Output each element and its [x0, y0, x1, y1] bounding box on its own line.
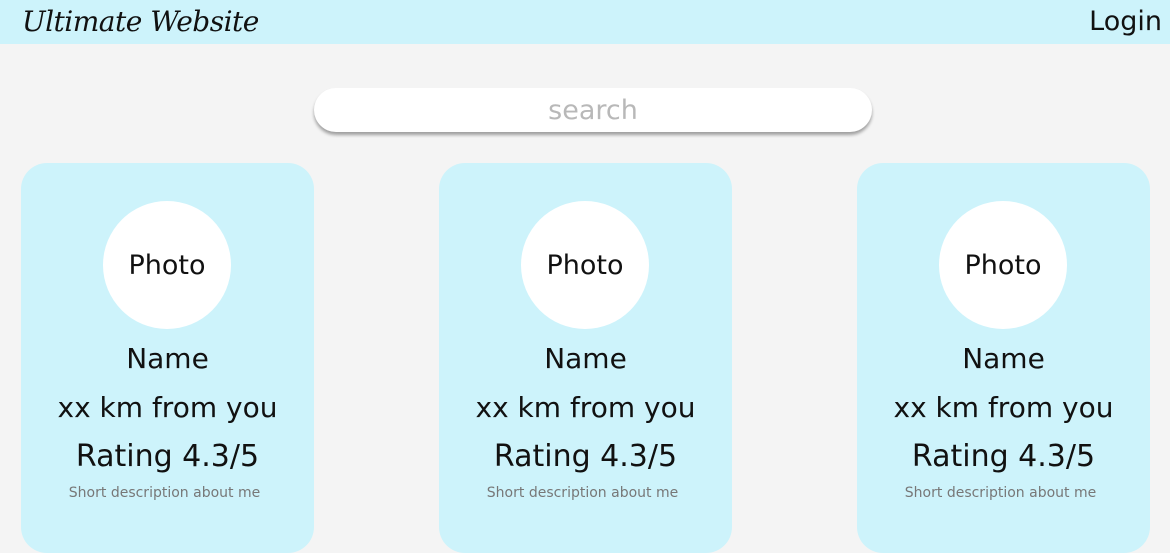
header-bar: Ultimate Website Login — [0, 0, 1170, 44]
profile-photo: Photo — [521, 201, 649, 329]
profile-name: Name — [126, 342, 209, 375]
search-input[interactable] — [314, 88, 872, 132]
profile-description: Short description about me — [904, 485, 1097, 501]
profile-description: Short description about me — [486, 485, 679, 501]
profile-rating: Rating 4.3/5 — [911, 439, 1096, 474]
login-link[interactable]: Login — [1089, 4, 1162, 40]
profile-name: Name — [962, 342, 1045, 375]
profile-rating: Rating 4.3/5 — [75, 439, 260, 474]
profile-photo: Photo — [939, 201, 1067, 329]
profile-card[interactable]: Photo Name xx km from you Rating 4.3/5 S… — [857, 163, 1150, 553]
profile-distance: xx km from you — [57, 391, 278, 424]
profile-photo: Photo — [103, 201, 231, 329]
site-title[interactable]: Ultimate Website — [22, 4, 259, 40]
profile-distance: xx km from you — [475, 391, 696, 424]
profile-rating: Rating 4.3/5 — [493, 439, 678, 474]
profile-distance: xx km from you — [893, 391, 1114, 424]
profile-name: Name — [544, 342, 627, 375]
profile-card[interactable]: Photo Name xx km from you Rating 4.3/5 S… — [21, 163, 314, 553]
profile-card[interactable]: Photo Name xx km from you Rating 4.3/5 S… — [439, 163, 732, 553]
profile-description: Short description about me — [68, 485, 261, 501]
